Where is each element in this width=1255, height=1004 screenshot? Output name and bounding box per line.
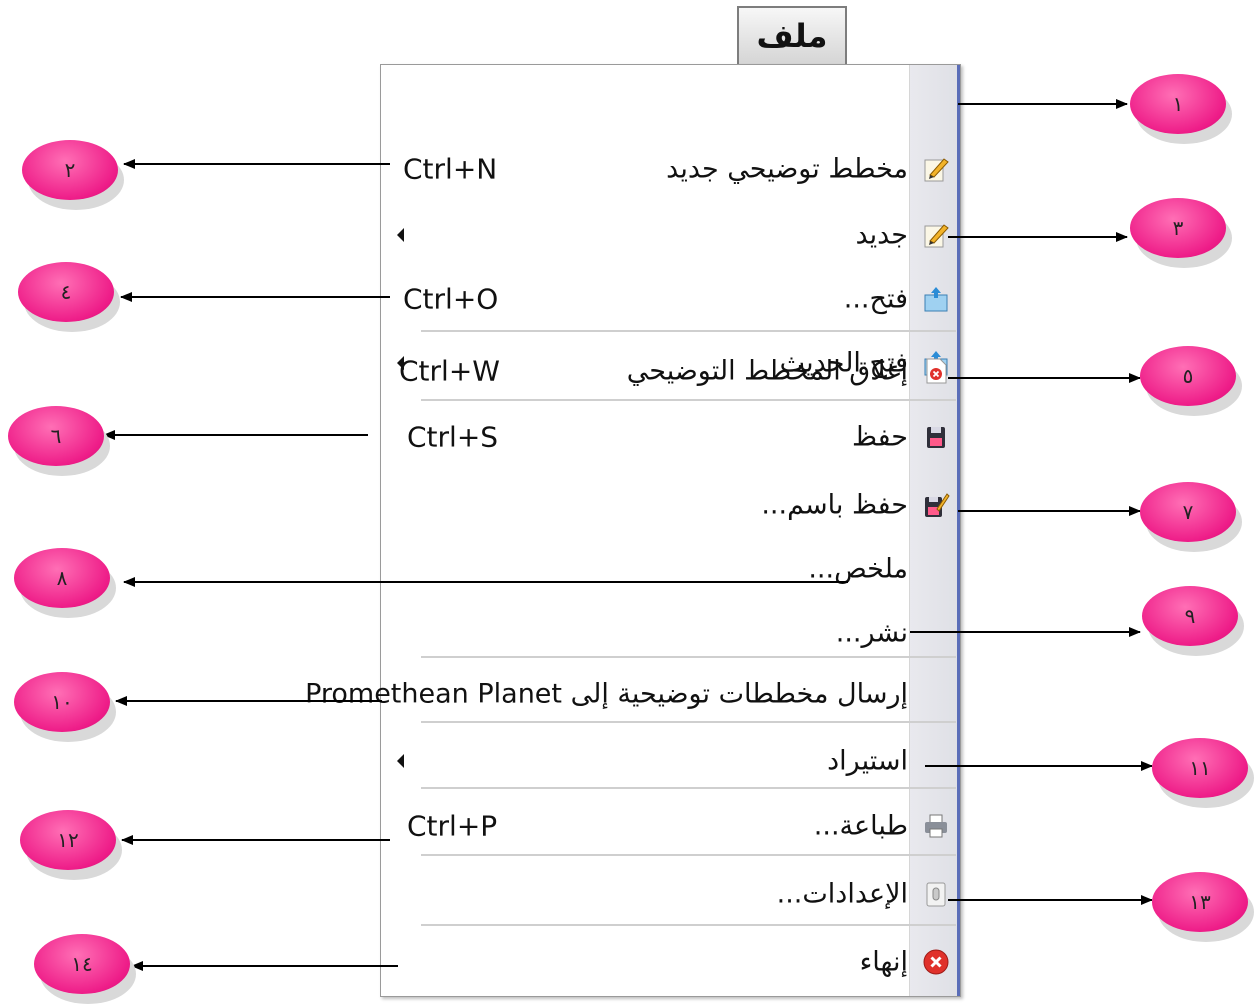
callout-badge-1: ١ [1130, 74, 1232, 144]
callout-badge-9: ٩ [1142, 586, 1244, 656]
callout-badge-11: ١١ [1152, 738, 1254, 808]
callout-badge-13: ١٣ [1152, 872, 1254, 942]
callout-badge-12: ١٢ [20, 810, 122, 880]
callout-badge-10: ١٠ [14, 672, 116, 742]
callout-badge-2: ٢ [22, 140, 124, 210]
callout-arrows [103, 99, 1153, 971]
callout-badge-14: ١٤ [34, 934, 136, 1004]
callout-badge-4: ٤ [18, 262, 120, 332]
callout-badge-3: ٣ [1130, 198, 1232, 268]
callout-badge-6: ٦ [8, 406, 110, 476]
callout-badge-5: ٥ [1140, 346, 1242, 416]
callout-badge-8: ٨ [14, 548, 116, 618]
callout-badge-7: ٧ [1140, 482, 1242, 552]
